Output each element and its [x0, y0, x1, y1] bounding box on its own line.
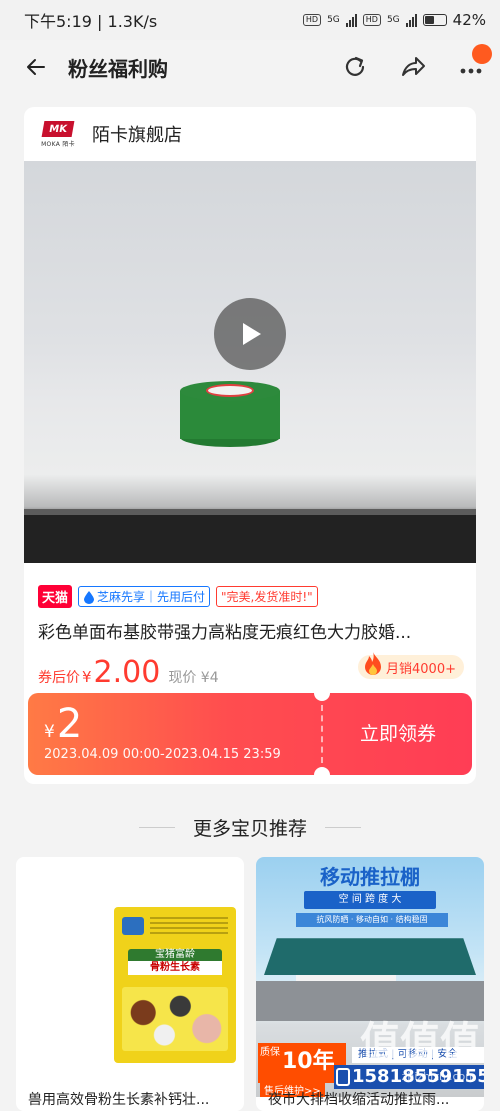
price-row: 券后价 ¥ 2.00 现价 ¥4 月销4000+ [24, 643, 476, 690]
signal-icon [345, 13, 357, 27]
product-title[interactable]: 彩色单面布基胶带强力高粘度无痕红色大力胶婚... [24, 608, 476, 643]
more-menu-icon[interactable] [452, 44, 492, 88]
page-title: 粉丝福利购 [68, 56, 168, 81]
status-right: HD 5G HD 5G 42% [302, 11, 486, 29]
flame-icon [365, 652, 382, 675]
current-price: 现价 ¥4 [168, 670, 219, 686]
notification-badge [472, 44, 492, 64]
more-recommendations-heading: 更多宝贝推荐 [0, 812, 500, 842]
phone-icon [336, 1068, 350, 1086]
slogan-badge: "完美,发货准时!" [216, 586, 318, 607]
hd-icon: HD [302, 14, 322, 26]
hd-icon-2: HD [362, 14, 381, 26]
network-speed: 1.3K/s [107, 12, 158, 31]
coupon-price: 2.00 [93, 655, 161, 690]
battery-icon [422, 14, 447, 26]
product-badges: 天猫 芝麻先享｜先用后付 "完美,发货准时!" [24, 563, 476, 608]
zhima-badge: 芝麻先享｜先用后付 [78, 586, 211, 607]
monthly-sales-badge: 月销4000+ [358, 652, 464, 679]
play-button[interactable] [214, 298, 286, 370]
shop-name[interactable]: 陌卡旗舰店 [92, 121, 182, 147]
shop-header[interactable]: MK MOKA 陌卡 陌卡旗舰店 [24, 107, 476, 161]
status-bar: 下午5:19 | 1.3K/s HD 5G HD 5G 42% [0, 0, 500, 40]
tape-roll-image [180, 381, 280, 447]
clock: 下午5:19 [24, 12, 92, 31]
network-type-2: 5G [386, 15, 400, 25]
coupon-banner[interactable]: ¥ 2 2023.04.09 00:00-2023.04.15 23:59 立即… [28, 685, 472, 783]
share-icon[interactable] [394, 46, 432, 88]
product-video[interactable] [24, 161, 476, 563]
play-icon [243, 323, 261, 345]
nav-actions [336, 44, 492, 88]
warranty-badge: 质保 10年 售后维护>> [258, 1043, 346, 1097]
status-left: 下午5:19 | 1.3K/s [24, 12, 158, 31]
coupon-amount: ¥ 2 [44, 701, 83, 747]
shop-logo: MK MOKA 陌卡 [38, 119, 78, 149]
recommendation-title[interactable]: 夜市大排档收缩活动推拉雨... [268, 1089, 476, 1109]
drop-icon [84, 590, 95, 604]
nav-bar: 粉丝福利购 [0, 40, 500, 94]
canopy-product-image: 移动推拉棚 空 间 跨 度 大 抗风防晒 · 移动自如 · 结构稳固 推拉式 |… [256, 857, 484, 1097]
tmall-badge: 天猫 [38, 585, 73, 608]
recommendation-title[interactable]: 兽用高效骨粉生长素补钙壮... [28, 1089, 236, 1109]
price-label: 券后价 [38, 670, 80, 686]
signal-icon-2 [405, 13, 417, 27]
claim-coupon-button[interactable]: 立即领券 [338, 719, 458, 746]
refresh-icon[interactable] [336, 46, 374, 88]
watermark: 值值值 [360, 1019, 480, 1065]
back-arrow-icon[interactable] [16, 47, 56, 87]
price-currency: ¥ [82, 668, 92, 686]
watermark-url: zhizhizhi.com [401, 1070, 476, 1083]
product-card[interactable]: MK MOKA 陌卡 陌卡旗舰店 天猫 芝麻先享｜先用后付 "完美,发货准时!"… [24, 107, 476, 784]
battery-level: 42% [452, 11, 486, 29]
bone-powder-product-image: 宝猪富龄 骨粉生长素 [114, 907, 236, 1063]
recommendation-card[interactable]: 移动推拉棚 空 间 跨 度 大 抗风防晒 · 移动自如 · 结构稳固 推拉式 |… [256, 857, 484, 1111]
recommendation-card[interactable]: 宝猪富龄 骨粉生长素 兽用高效骨粉生长素补钙壮... [16, 857, 244, 1111]
network-type: 5G [327, 15, 340, 25]
coupon-validity: 2023.04.09 00:00-2023.04.15 23:59 [44, 747, 281, 762]
